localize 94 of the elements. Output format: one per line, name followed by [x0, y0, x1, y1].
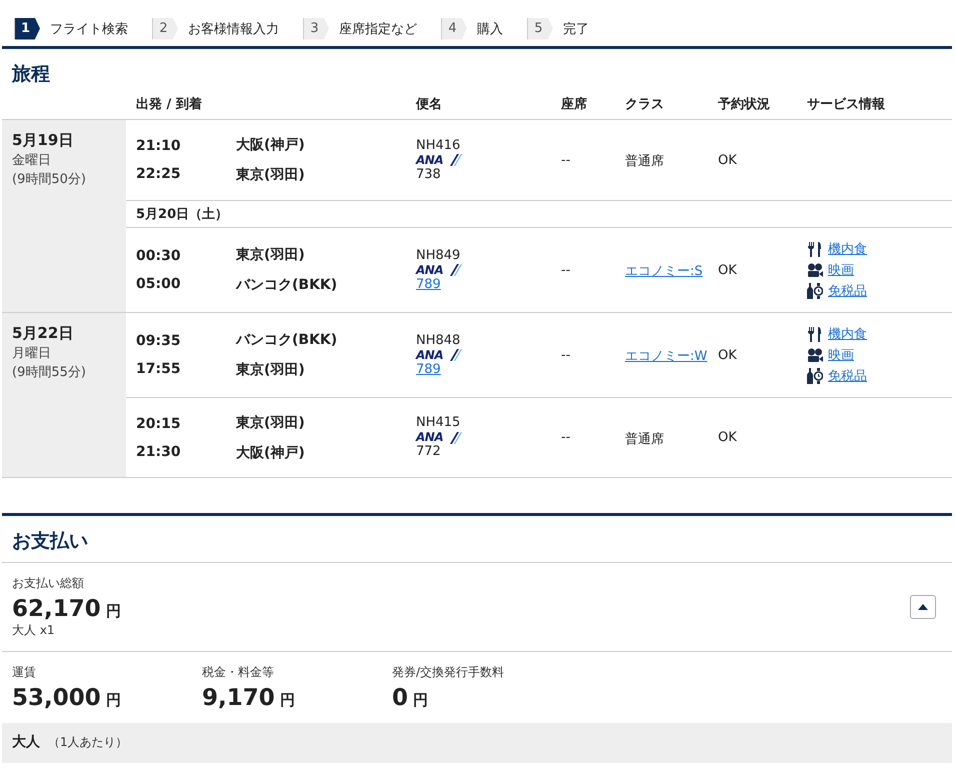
departure-city: 東京(羽田)	[236, 414, 306, 432]
duration-text: (9時間50分)	[12, 171, 87, 188]
date-text: 5月19日	[12, 131, 74, 150]
column-header: クラス	[625, 96, 665, 113]
departure-city: 東京(羽田)	[236, 246, 306, 264]
date-text: 5月22日	[12, 324, 74, 343]
step-label: 購入	[477, 20, 503, 38]
seat-value: --	[561, 430, 572, 445]
fare-amount: 0	[392, 685, 408, 711]
fare-amount: 53,000	[12, 685, 101, 711]
bottle-watch-icon	[807, 368, 823, 384]
currency-unit: 円	[106, 602, 121, 621]
section-title: 旅程	[10, 62, 51, 87]
service-link[interactable]: 機内食	[828, 325, 867, 343]
currency-unit: 円	[280, 691, 295, 710]
flight-number: NH849	[416, 248, 460, 264]
booking-status: OK	[718, 262, 738, 278]
currency-unit: 円	[106, 691, 121, 710]
fare-label: 運賃	[12, 664, 37, 681]
arrival-time: 21:30	[136, 444, 182, 460]
aircraft-type: 772	[416, 444, 441, 460]
column-header: 予約状況	[718, 96, 771, 113]
fare-amount: 9,170	[202, 685, 275, 711]
column-header: 座席	[561, 96, 588, 113]
movie-camera-icon	[807, 262, 823, 278]
weekday-text: 金曜日	[12, 152, 52, 169]
arrival-city: 大阪(神戸)	[236, 444, 306, 462]
aircraft-link[interactable]: 789	[416, 276, 441, 292]
step-number: 1	[14, 18, 40, 40]
total-label: お支払い総額	[12, 575, 85, 592]
departure-city: 大阪(神戸)	[236, 136, 306, 154]
arrival-time: 22:25	[136, 166, 182, 182]
column-header: サービス情報	[807, 96, 886, 113]
arrival-city: バンコク(BKK)	[236, 276, 338, 294]
fork-knife-icon	[807, 326, 823, 342]
fare-label: 発券/交換発行手数料	[392, 664, 506, 681]
arrival-date-row: 5月20日（土）	[126, 200, 952, 228]
step-label: 完了	[563, 20, 589, 38]
booking-status: OK	[718, 152, 738, 168]
flight-number: NH416	[416, 138, 460, 154]
movie-camera-icon	[807, 348, 823, 362]
arrival-city: 東京(羽田)	[236, 361, 306, 379]
column-header: 出発 / 到着	[136, 96, 203, 113]
airline-logo-text: ANA	[416, 431, 444, 444]
departure-city: バンコク(BKK)	[236, 331, 338, 349]
airline-logo-text: ANA	[416, 154, 444, 166]
step-label: フライト検索	[50, 20, 128, 38]
caret-up-icon	[918, 604, 928, 610]
step-number: 3	[303, 18, 329, 40]
weekday-text: 月曜日	[12, 345, 52, 362]
departure-time: 20:15	[136, 416, 182, 432]
flight-number: NH415	[416, 415, 460, 431]
departure-time: 00:30	[136, 248, 182, 264]
seat-value: --	[561, 262, 572, 278]
fare-label: 税金・料金等	[202, 664, 275, 681]
seat-value: --	[561, 152, 572, 168]
section-title: お支払い	[11, 529, 89, 554]
departure-time: 21:10	[136, 138, 182, 154]
class-link[interactable]: エコノミー:W	[625, 349, 708, 364]
fork-knife-icon	[807, 242, 823, 256]
column-header: 便名	[416, 96, 443, 113]
flight-number: NH848	[416, 332, 460, 348]
collapse-toggle-button[interactable]	[910, 595, 936, 619]
aircraft-link[interactable]: 789	[416, 362, 441, 378]
service-link[interactable]: 映画	[828, 261, 854, 279]
step-number: 2	[152, 18, 178, 40]
service-link[interactable]: 免税品	[828, 282, 867, 300]
passenger-count: 大人 x1	[12, 622, 56, 639]
bottle-watch-icon	[807, 283, 823, 299]
step-label: お客様情報入力	[188, 20, 279, 38]
duration-text: (9時間55分)	[12, 364, 87, 381]
booking-status: OK	[718, 348, 738, 362]
currency-unit: 円	[413, 691, 428, 710]
step-number: 4	[441, 18, 467, 40]
total-amount: 62,170	[12, 596, 101, 622]
arrival-time: 05:00	[136, 276, 182, 292]
step-label: 座席指定など	[339, 20, 417, 38]
step-number: 5	[527, 18, 553, 40]
aircraft-type: 738	[416, 166, 441, 182]
service-link[interactable]: 機内食	[828, 240, 867, 258]
arrival-time: 17:55	[136, 361, 182, 377]
airline-logo-text: ANA	[416, 264, 444, 276]
departure-time: 09:35	[136, 333, 182, 349]
per-person-note: （1人あたり）	[48, 734, 128, 751]
seat-value: --	[561, 348, 572, 362]
arrival-city: 東京(羽田)	[236, 166, 306, 184]
booking-status: OK	[718, 430, 738, 445]
service-link[interactable]: 映画	[828, 346, 854, 364]
passenger-type: 大人	[12, 733, 40, 751]
class-link[interactable]: エコノミー:S	[625, 264, 703, 279]
class-value: 普通席	[625, 432, 664, 446]
airline-logo-text: ANA	[416, 348, 444, 362]
service-link[interactable]: 免税品	[828, 367, 867, 385]
class-value: 普通席	[625, 154, 664, 169]
